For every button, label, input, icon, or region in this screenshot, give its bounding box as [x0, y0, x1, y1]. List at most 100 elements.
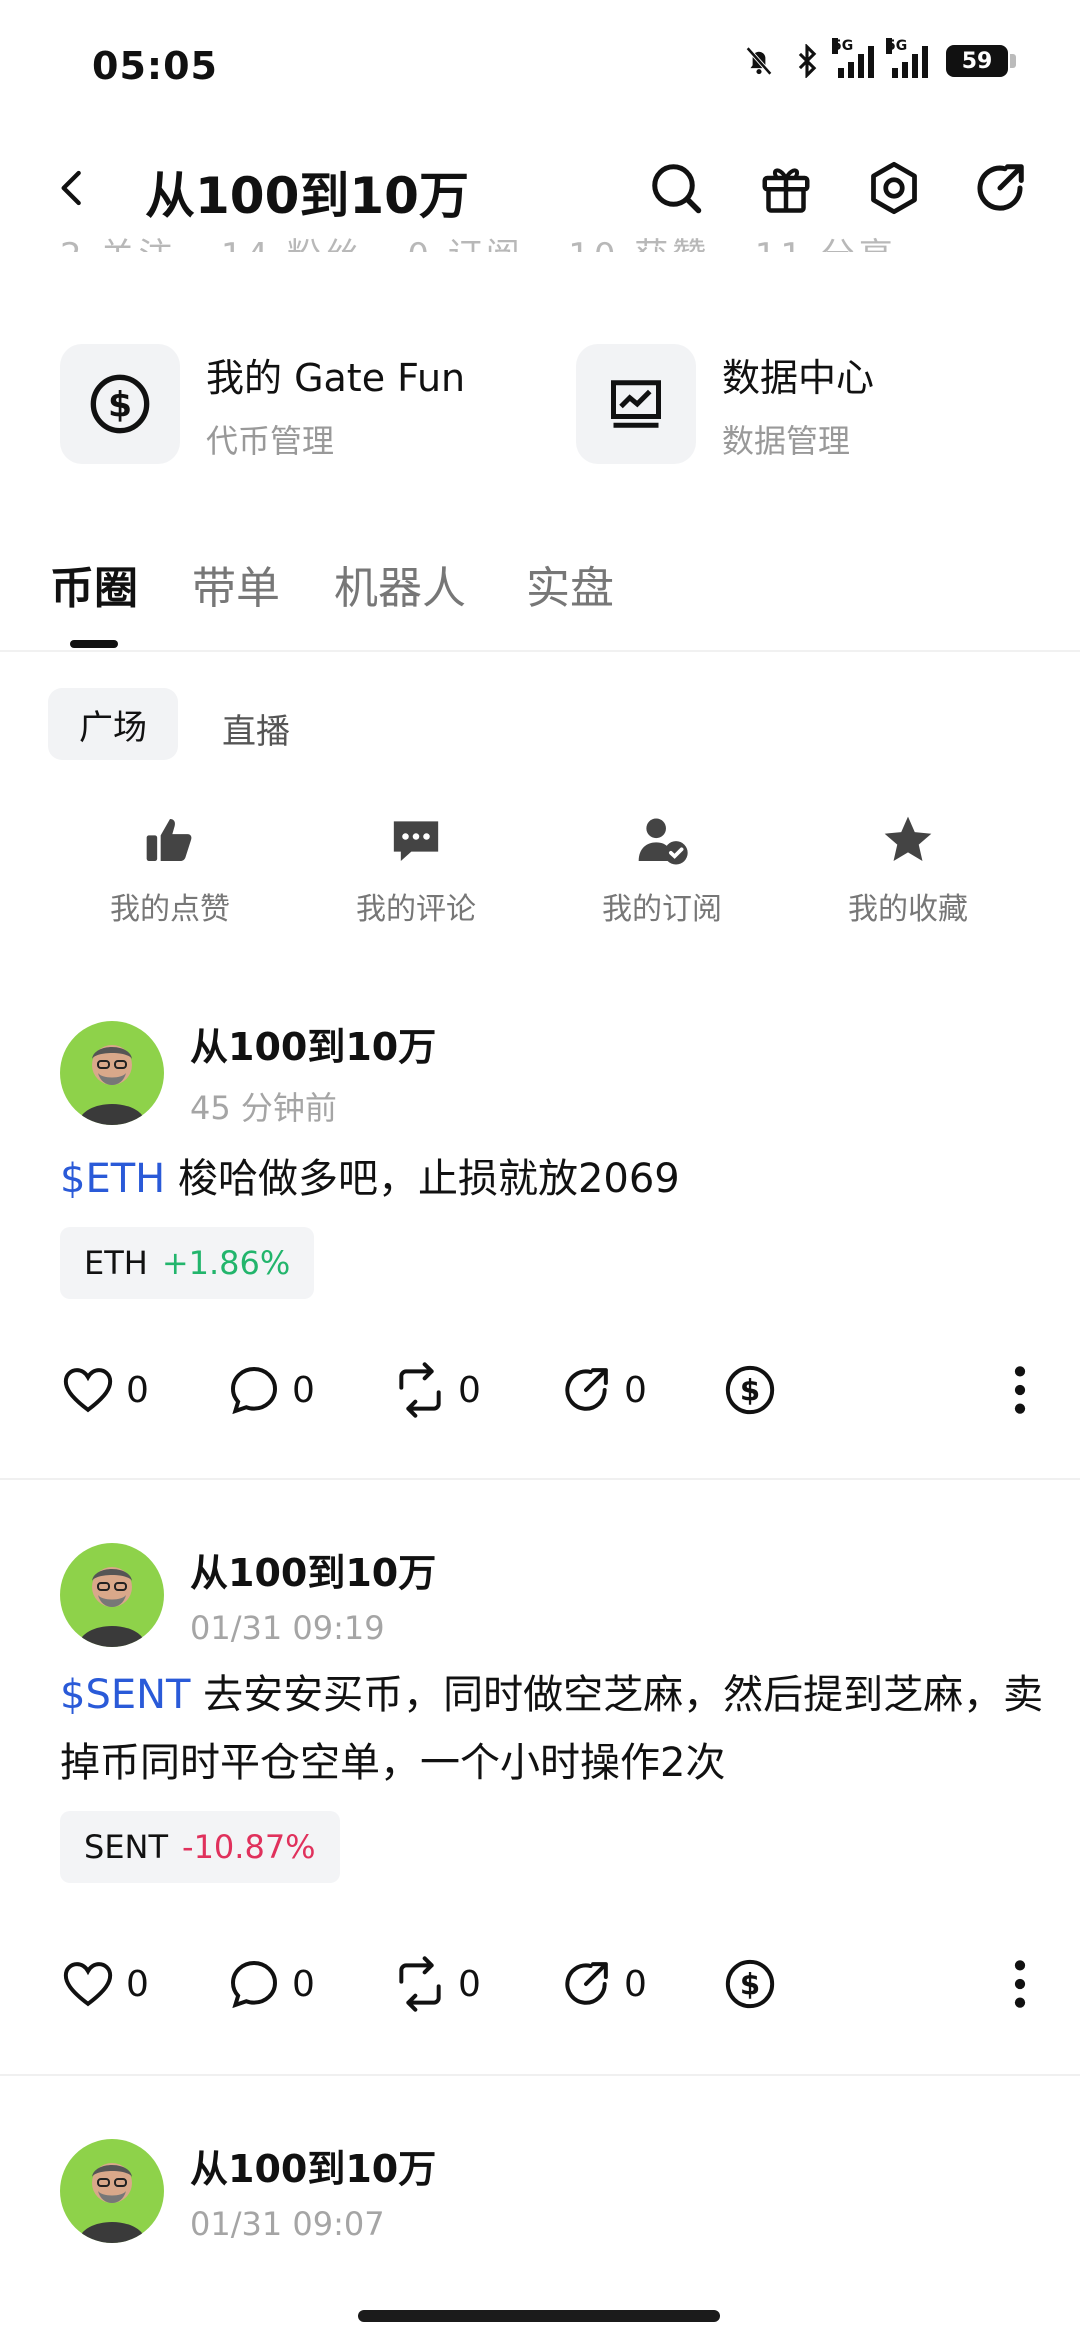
dollar-circle-icon: $ — [60, 344, 180, 464]
svg-text:$: $ — [740, 1968, 760, 2002]
gate-fun-card[interactable]: $ 我的 Gate Fun 代币管理 — [60, 344, 465, 464]
status-time: 05:05 — [92, 44, 218, 88]
thumbs-up-icon — [146, 819, 192, 861]
my-favorites-button[interactable]: 我的收藏 — [808, 812, 1008, 928]
card-title: 我的 Gate Fun — [206, 355, 466, 400]
post-content: $ETH 梭哈做多吧，止损就放2069 — [60, 1145, 1050, 1213]
avatar[interactable] — [60, 1542, 164, 1647]
card-title: 数据中心 — [722, 355, 875, 400]
repost-icon — [399, 1956, 441, 2012]
signal-1-label: 5G — [832, 38, 854, 54]
post-divider — [0, 1478, 1080, 1480]
share-count: 0 — [624, 1369, 647, 1411]
repost-count: 0 — [458, 1963, 481, 2005]
post-time: 45 分钟前 — [190, 1089, 337, 1127]
quick-action-label: 我的订阅 — [602, 892, 722, 927]
comment-button[interactable]: 0 — [226, 1362, 392, 1418]
coin-chip[interactable]: ETH +1.86% — [60, 1227, 315, 1299]
coin-tag-link[interactable]: $ETH — [60, 1156, 165, 1202]
bluetooth-icon — [798, 44, 817, 78]
page-title: 从100到10万 — [145, 167, 469, 225]
comment-icon — [393, 821, 439, 861]
status-icons: 5G 5G 59 — [742, 38, 1016, 78]
post-item[interactable]: 从100到10万 01/31 09:07 — [60, 2138, 436, 2243]
avatar[interactable] — [60, 2138, 164, 2243]
repost-button[interactable]: 0 — [392, 1956, 558, 2012]
share-button[interactable]: 0 — [558, 1362, 722, 1418]
signal-2-icon: 5G — [886, 38, 928, 78]
like-button[interactable]: 0 — [60, 1362, 226, 1418]
svg-text:$: $ — [740, 1374, 760, 1408]
heart-icon — [63, 1962, 113, 2007]
author-name[interactable]: 从100到10万 — [190, 1542, 436, 1597]
share-arrow-icon — [565, 1962, 608, 2005]
back-icon[interactable] — [52, 166, 92, 210]
svg-text:$: $ — [108, 385, 132, 425]
dollar-tip-icon: $ — [725, 1959, 775, 2009]
my-likes-button[interactable]: 我的点赞 — [70, 812, 270, 928]
tip-button[interactable]: $ — [722, 1956, 778, 2012]
coin-chip[interactable]: SENT -10.87% — [60, 1811, 340, 1883]
post-actions: 0 0 0 0 $ — [60, 1362, 1030, 1418]
post-time: 01/31 09:19 — [190, 1609, 385, 1647]
coin-change: +1.86% — [161, 1244, 291, 1282]
search-icon[interactable] — [646, 158, 706, 218]
quick-action-label: 我的评论 — [356, 892, 476, 927]
like-count: 0 — [126, 1369, 149, 1411]
dollar-tip-icon: $ — [725, 1365, 775, 1415]
chart-monitor-icon — [576, 344, 696, 464]
share-count: 0 — [624, 1963, 647, 2005]
coin-tag-link[interactable]: $SENT — [60, 1672, 190, 1718]
quick-action-label: 我的收藏 — [848, 892, 968, 927]
profile-stats-peek: 2 关注 · 14 粉丝 · 0 订阅 · 10 获赞 · 11 分享 — [60, 228, 897, 252]
card-subtitle: 数据管理 — [722, 421, 851, 460]
subtab-square[interactable]: 广场 — [48, 688, 178, 760]
comment-bubble-icon — [231, 1961, 277, 2009]
active-tab-indicator — [70, 640, 118, 648]
tabs-divider — [0, 650, 1080, 652]
quick-action-label: 我的点赞 — [110, 892, 230, 927]
repost-button[interactable]: 0 — [392, 1362, 558, 1418]
tab-copy-trading[interactable]: 带单 — [192, 552, 280, 616]
comment-count: 0 — [292, 1369, 315, 1411]
heart-icon — [63, 1368, 113, 1413]
subscribe-user-icon — [638, 818, 688, 865]
avatar[interactable] — [60, 1020, 164, 1125]
signal-1-icon: 5G — [832, 38, 874, 78]
data-center-card[interactable]: 数据中心 数据管理 — [576, 344, 874, 464]
battery-indicator: 59 — [946, 45, 1016, 77]
share-icon[interactable] — [970, 158, 1030, 218]
home-indicator[interactable] — [358, 2310, 720, 2322]
settings-icon[interactable] — [864, 158, 924, 218]
gift-icon[interactable] — [756, 158, 816, 218]
tab-live-trading[interactable]: 实盘 — [526, 552, 614, 616]
share-button[interactable]: 0 — [558, 1956, 722, 2012]
like-button[interactable]: 0 — [60, 1956, 226, 2012]
author-name[interactable]: 从100到10万 — [190, 1016, 436, 1071]
subtab-live[interactable]: 直播 — [222, 704, 290, 753]
my-subscriptions-button[interactable]: 我的订阅 — [562, 812, 762, 928]
post-item[interactable]: 从100到10万 45 分钟前 $ETH 梭哈做多吧，止损就放2069 ETH … — [60, 1016, 1050, 1299]
more-options-icon[interactable] — [1010, 1362, 1030, 1418]
post-divider — [0, 2074, 1080, 2076]
tab-crypto[interactable]: 币圈 — [50, 552, 138, 616]
post-text: 去安安买币，同时做空芝麻，然后提到芝麻，卖掉币同时平仓空单，一个小时操作2次 — [60, 1672, 1044, 1786]
coin-symbol: SENT — [84, 1828, 169, 1866]
my-comments-button[interactable]: 我的评论 — [316, 812, 516, 928]
card-subtitle: 代币管理 — [206, 421, 335, 460]
post-time: 01/31 09:07 — [190, 2205, 385, 2243]
more-options-icon[interactable] — [1010, 1956, 1030, 2012]
comment-bubble-icon — [231, 1367, 277, 1415]
tab-bots[interactable]: 机器人 — [334, 552, 466, 616]
author-name[interactable]: 从100到10万 — [190, 2138, 436, 2193]
post-item[interactable]: 从100到10万 01/31 09:19 $SENT 去安安买币，同时做空芝麻，… — [60, 1542, 1050, 1883]
star-icon — [884, 816, 932, 861]
tip-button[interactable]: $ — [722, 1362, 778, 1418]
repost-icon — [399, 1362, 441, 1418]
coin-change: -10.87% — [182, 1828, 316, 1866]
signal-2-label: 5G — [886, 38, 908, 54]
comment-button[interactable]: 0 — [226, 1956, 392, 2012]
share-arrow-icon — [565, 1368, 608, 1411]
like-count: 0 — [126, 1963, 149, 2005]
coin-symbol: ETH — [84, 1244, 148, 1282]
